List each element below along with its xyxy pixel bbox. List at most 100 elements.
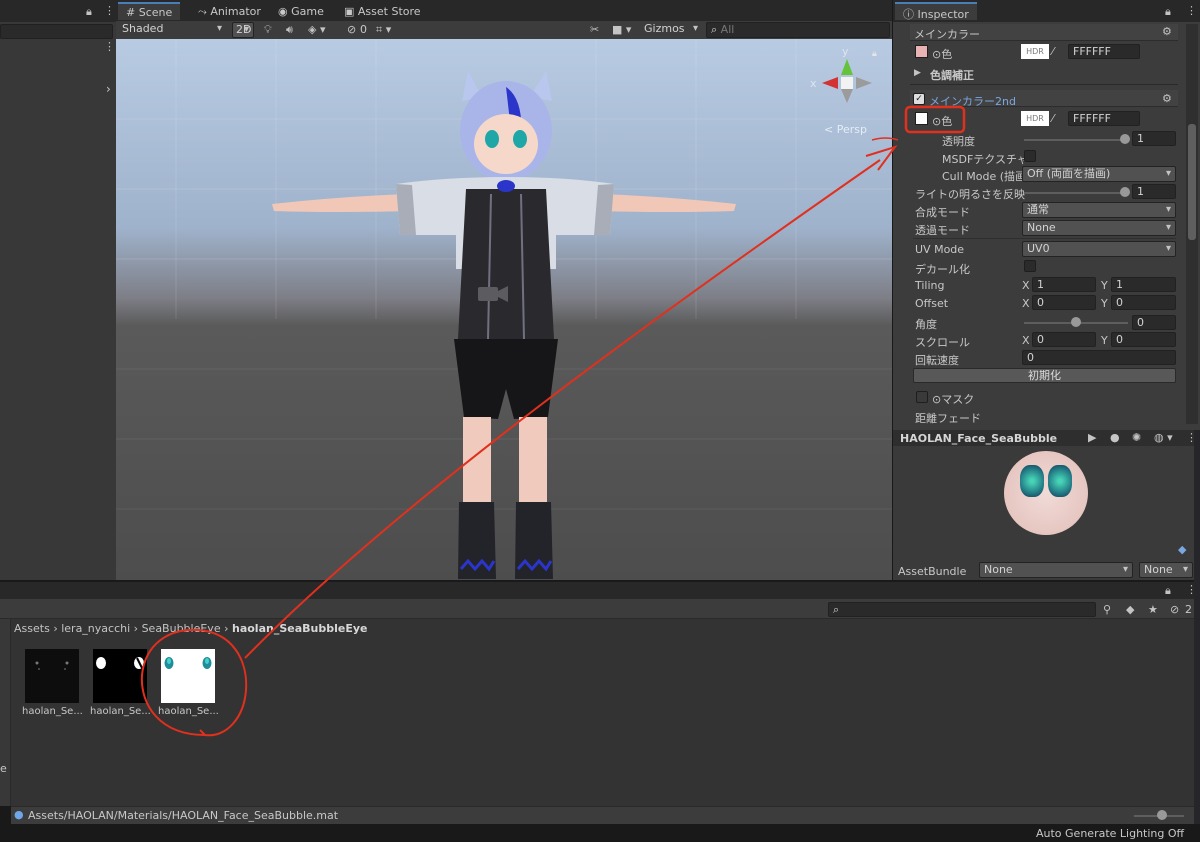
lighting-icon[interactable]: 💡︎ [264,24,272,35]
color2-swatch[interactable]: HDR [1021,111,1049,126]
main-color-swatch[interactable]: HDR [1021,44,1049,59]
rotation-speed-field[interactable]: 0 [1022,350,1176,365]
kebab-menu-icon[interactable]: ⋮ [104,5,115,16]
light-slider-knob[interactable] [1120,187,1130,197]
main-color-header-label: メインカラー [914,28,980,41]
assetbundle-dropdown[interactable]: None [979,562,1133,578]
cull-mode-dropdown[interactable]: Off (両面を描画) [1022,166,1176,182]
lock-icon[interactable]: 🔒︎ [86,6,92,17]
light-slider-track[interactable] [1024,192,1128,194]
opacity-field[interactable]: 1 [1132,131,1176,146]
kebab-menu-icon[interactable]: ⋮ [1186,5,1197,16]
tools-icon[interactable]: ✂︎ [590,24,599,35]
visibility-icon[interactable]: ⊘ [1170,604,1179,615]
gizmo-x-label: x [810,77,817,90]
eyedropper-icon[interactable]: ⁄ [1052,113,1054,124]
msdf-toggle[interactable] [1024,150,1036,162]
star-icon[interactable]: ★ [1148,604,1158,615]
visibility-icon[interactable]: ⊘ [347,24,356,35]
color2-hex-field[interactable]: FFFFFF [1068,111,1140,126]
project-hidden-count: 2 [1185,603,1192,616]
light-icon[interactable]: ✺ [1132,432,1141,443]
hidden-count: 0 [360,23,367,36]
uv-mode-dropdown[interactable]: UV0 [1022,241,1176,257]
decal-toggle[interactable] [1024,260,1036,272]
eyedropper-icon[interactable]: ⁄ [1052,46,1054,57]
asset-thumbnail[interactable] [93,649,147,703]
blend-mode-dropdown[interactable]: 通常 [1022,202,1176,218]
light-field[interactable]: 1 [1132,184,1176,199]
chevron-right-icon[interactable]: › [106,83,111,95]
label-icon[interactable]: ◆ [1126,604,1134,615]
reset-button[interactable]: 初期化 [913,368,1176,383]
foldout-arrow-icon[interactable]: ▶ [914,69,921,78]
scene-search-input[interactable]: ⌕ All [706,22,890,38]
color-adjust-label[interactable]: 色調補正 [930,67,974,83]
transparency-mode-label: 透過モード [915,224,970,237]
tab-game-label: Game [291,5,324,18]
color2-texture-slot[interactable] [915,112,928,125]
shading-mode-dropdown[interactable]: Shaded [118,22,226,38]
tab-animator-label: Animator [210,5,261,18]
search-placeholder: All [720,23,735,36]
main-color-texture-slot[interactable] [915,45,928,58]
camera-icon[interactable]: ■ ▾ [612,24,631,35]
thumbnail-size-slider-knob[interactable] [1157,810,1167,820]
uv-mode-label: UV Mode [915,243,965,256]
scene-viewport[interactable]: y x 🔒︎ < Persp [116,39,892,580]
tab-asset-store-label: Asset Store [357,5,421,18]
avatar-character[interactable] [116,39,892,580]
transparency-mode-dropdown[interactable]: None [1022,220,1176,236]
breadcrumb-item[interactable]: SeaBubbleEye [142,622,221,635]
audio-icon[interactable]: 🔊︎ [286,24,293,35]
main-color-2nd-toggle[interactable]: ✓ [913,93,925,105]
asset-label: haolan_Se... [158,706,219,717]
asset-thumbnail[interactable] [25,649,79,703]
project-search-input[interactable]: ⌕ [828,602,1096,617]
offset-y-field[interactable]: 0 [1111,295,1176,310]
tab-animator[interactable]: ⤳ Animator [190,3,269,21]
tiling-x-field[interactable]: 1 [1032,277,1096,292]
tab-scene[interactable]: # Scene [118,2,181,20]
breadcrumb-item[interactable]: Assets [14,622,50,635]
kebab-menu-icon[interactable]: ⋮ [104,41,115,52]
breadcrumb-item-current[interactable]: haolan_SeaBubbleEye [232,622,367,635]
material-preview-sphere[interactable] [1004,451,1088,535]
main-color-hex-field[interactable]: FFFFFF [1068,44,1140,59]
breadcrumb-item[interactable]: lera_nyacchi [61,622,130,635]
lock-icon[interactable]: 🔒︎ [1165,6,1171,17]
angle-field[interactable]: 0 [1132,315,1176,330]
opacity-slider-track[interactable] [1024,139,1128,141]
mode-2d-button[interactable]: 2D [232,22,254,38]
sphere-icon[interactable]: ● [1110,432,1120,443]
tab-inspector[interactable]: ⓘ Inspector [895,2,977,21]
material-sphere-icon: ● [14,808,24,821]
scroll-y-field[interactable]: 0 [1111,332,1176,347]
lock-icon[interactable]: 🔒︎ [872,50,877,59]
angle-slider-knob[interactable] [1071,317,1081,327]
mesh-dropdown-icon[interactable]: ◍ ▾ [1154,432,1173,443]
scroll-x-field[interactable]: 0 [1032,332,1096,347]
assetbundle-variant-dropdown[interactable]: None [1139,562,1193,578]
background-window-edge [1194,430,1200,824]
tab-asset-store[interactable]: ▣ Asset Store [336,3,429,21]
chevron-right-icon: › [133,622,142,635]
effects-icon[interactable]: ◈ ▾ [308,24,325,35]
tab-game[interactable]: ◉ Game [270,3,332,21]
inspector-scrollbar-thumb[interactable] [1188,124,1196,240]
hierarchy-search[interactable] [0,24,113,39]
grid-snap-icon[interactable]: ⌗ ▾ [376,24,391,35]
asset-thumbnail-selected[interactable] [161,649,215,703]
projection-label[interactable]: < Persp [824,123,867,136]
tag-icon[interactable]: ◆ [1178,544,1186,555]
gear-icon[interactable]: ⚙ [1162,93,1172,104]
lock-icon[interactable]: 🔒︎ [1165,585,1171,596]
gear-icon[interactable]: ⚙ [1162,26,1172,37]
gizmos-dropdown[interactable]: Gizmos [640,22,702,38]
filter-type-icon[interactable]: ⚲ [1103,604,1111,615]
tiling-y-field[interactable]: 1 [1111,277,1176,292]
mask-toggle[interactable] [916,391,928,403]
offset-x-field[interactable]: 0 [1032,295,1096,310]
play-icon[interactable]: ▶ [1088,432,1096,443]
opacity-slider-knob[interactable] [1120,134,1130,144]
